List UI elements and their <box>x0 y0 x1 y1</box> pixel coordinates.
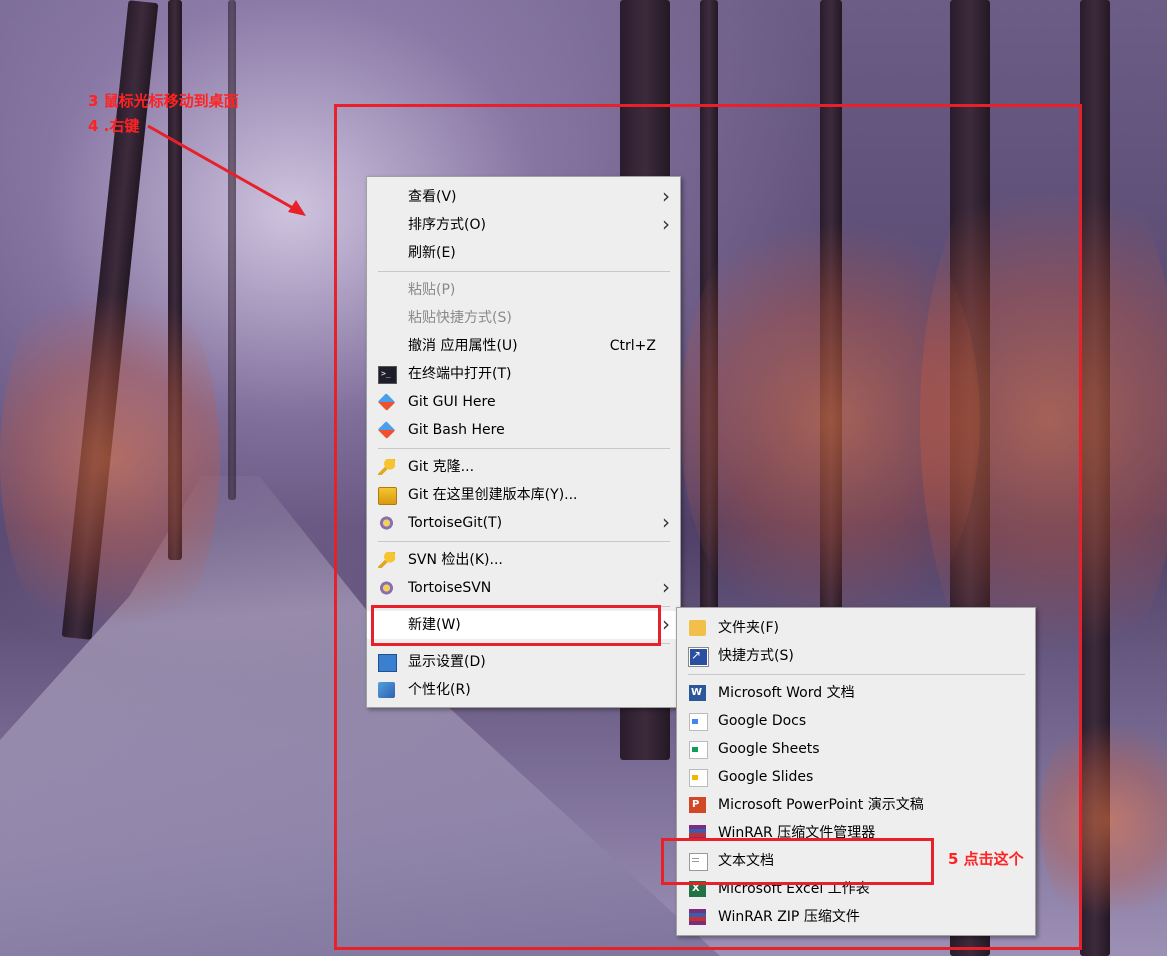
submenu-item-word-document[interactable]: Microsoft Word 文档 <box>677 679 1035 707</box>
chevron-right-icon: › <box>662 212 670 236</box>
chevron-right-icon: › <box>662 184 670 208</box>
submenu-item-label: Google Docs <box>718 713 807 729</box>
tortoisegit-clone-icon <box>378 459 395 475</box>
menu-item-label: 在终端中打开(T) <box>408 366 512 382</box>
svn-checkout-icon <box>378 552 395 568</box>
submenu-item-google-sheets[interactable]: Google Sheets <box>677 735 1035 763</box>
menu-item-display-settings[interactable]: 显示设置(D) <box>367 648 680 676</box>
menu-item-git-clone[interactable]: Git 克隆... <box>367 453 680 481</box>
display-settings-icon <box>378 654 397 672</box>
chevron-right-icon: › <box>662 612 670 636</box>
submenu-item-label: WinRAR ZIP 压缩文件 <box>718 909 860 925</box>
google-sheets-icon <box>689 741 708 759</box>
menu-item-label: SVN 检出(K)... <box>408 552 503 568</box>
menu-item-view[interactable]: 查看(V) › <box>367 183 680 211</box>
menu-separator <box>378 271 670 272</box>
google-docs-icon <box>689 713 708 731</box>
submenu-item-shortcut[interactable]: 快捷方式(S) <box>677 641 1035 670</box>
menu-item-label: 撤消 应用属性(U) <box>408 338 518 354</box>
chevron-right-icon: › <box>662 510 670 534</box>
submenu-item-google-slides[interactable]: Google Slides <box>677 763 1035 791</box>
menu-item-label: 刷新(E) <box>408 245 456 261</box>
terminal-icon <box>378 360 397 388</box>
menu-item-label: 个性化(R) <box>408 682 471 698</box>
menu-item-svn-checkout[interactable]: SVN 检出(K)... <box>367 546 680 574</box>
menu-item-sort-by[interactable]: 排序方式(O) › <box>367 211 680 239</box>
menu-item-label: 排序方式(O) <box>408 217 486 233</box>
menu-separator <box>688 674 1025 675</box>
tortoisegit-icon <box>378 515 395 531</box>
repo-create-icon <box>378 487 397 505</box>
submenu-item-google-docs[interactable]: Google Docs <box>677 707 1035 735</box>
menu-separator <box>378 541 670 542</box>
menu-item-shortcut: Ctrl+Z <box>609 338 656 354</box>
submenu-item-label: Microsoft PowerPoint 演示文稿 <box>718 797 924 813</box>
menu-item-label: Git 克隆... <box>408 459 475 475</box>
chevron-right-icon: › <box>662 575 670 599</box>
menu-item-paste[interactable]: 粘贴(P) <box>367 276 680 304</box>
menu-item-label: 查看(V) <box>408 189 457 205</box>
menu-item-label: 粘贴(P) <box>408 282 456 298</box>
menu-item-label: 显示设置(D) <box>408 654 486 670</box>
menu-item-label: TortoiseGit(T) <box>408 515 503 531</box>
new-item-highlight-box <box>371 605 661 646</box>
menu-item-git-gui[interactable]: Git GUI Here <box>367 388 680 416</box>
submenu-item-label: Google Sheets <box>718 741 820 757</box>
submenu-item-label: Microsoft Word 文档 <box>718 685 855 701</box>
annotation-step5: 5 点击这个 <box>948 850 1024 868</box>
shortcut-icon <box>688 641 709 669</box>
submenu-item-label: Google Slides <box>718 769 814 785</box>
menu-item-label: TortoiseSVN <box>408 580 492 596</box>
menu-item-label: Git Bash Here <box>408 422 505 438</box>
menu-item-git-bash[interactable]: Git Bash Here <box>367 416 680 444</box>
submenu-item-label: 快捷方式(S) <box>718 648 794 664</box>
git-icon <box>377 393 396 411</box>
menu-item-git-create-repo[interactable]: Git 在这里创建版本库(Y)... <box>367 481 680 509</box>
submenu-item-powerpoint[interactable]: Microsoft PowerPoint 演示文稿 <box>677 791 1035 819</box>
submenu-item-winrar-zip[interactable]: WinRAR ZIP 压缩文件 <box>677 903 1035 931</box>
menu-item-label: 粘贴快捷方式(S) <box>408 310 512 326</box>
winrar-zip-icon <box>689 909 706 925</box>
folder-icon <box>689 620 706 636</box>
menu-item-refresh[interactable]: 刷新(E) <box>367 239 680 267</box>
menu-item-label: Git GUI Here <box>408 394 496 410</box>
menu-item-label: Git 在这里创建版本库(Y)... <box>408 487 578 503</box>
new-submenu: 文件夹(F) 快捷方式(S) Microsoft Word 文档 Google … <box>676 607 1036 936</box>
menu-separator <box>378 448 670 449</box>
submenu-item-label: 文件夹(F) <box>718 620 779 636</box>
menu-item-open-in-terminal[interactable]: 在终端中打开(T) <box>367 360 680 388</box>
powerpoint-icon <box>689 791 706 819</box>
tortoisesvn-icon <box>378 580 395 596</box>
personalize-icon <box>378 682 395 698</box>
word-icon <box>689 679 706 707</box>
google-slides-icon <box>689 769 708 787</box>
submenu-item-folder[interactable]: 文件夹(F) <box>677 614 1035 642</box>
git-icon <box>377 421 396 439</box>
menu-item-tortoisesvn[interactable]: TortoiseSVN › <box>367 574 680 602</box>
text-document-highlight-box <box>661 838 934 885</box>
menu-item-tortoisegit[interactable]: TortoiseGit(T) › <box>367 509 680 537</box>
menu-item-undo[interactable]: 撤消 应用属性(U) Ctrl+Z <box>367 332 680 360</box>
menu-item-personalize[interactable]: 个性化(R) <box>367 676 680 704</box>
menu-item-paste-shortcut[interactable]: 粘贴快捷方式(S) <box>367 304 680 332</box>
